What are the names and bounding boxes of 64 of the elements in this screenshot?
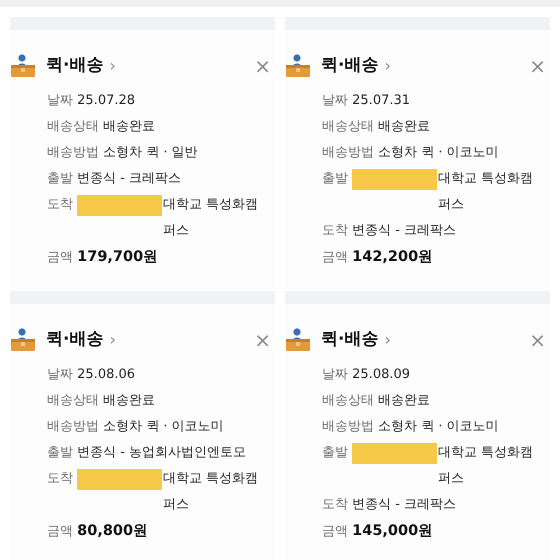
field-label: 출발	[322, 444, 348, 462]
field-value: 배송완료	[378, 393, 430, 408]
field-label: 금액	[47, 524, 73, 539]
field-label: 금액	[322, 524, 348, 539]
field-label: 배송방법	[322, 145, 374, 160]
field-label: 배송방법	[322, 419, 374, 434]
close-button[interactable]: ×	[525, 56, 550, 76]
field-value: 25.08.09	[352, 367, 410, 382]
field-label: 도착	[47, 470, 73, 488]
card-title: 퀵·배송	[46, 54, 104, 78]
field-value: 배송완료	[378, 119, 430, 134]
field-value: 대학교 특성화캠퍼스	[163, 470, 260, 514]
amount-value: 145,000원	[352, 523, 434, 539]
chevron-icon[interactable]: ›	[384, 328, 391, 352]
field-label: 날짜	[322, 93, 348, 108]
close-button[interactable]: ×	[250, 330, 275, 350]
field-value: 소형차 퀵 · 이코노미	[103, 419, 224, 434]
field-value: 변종식 - 크레팍스	[352, 223, 456, 238]
close-button[interactable]: ×	[250, 56, 275, 76]
courier-with-box-icon	[285, 327, 311, 353]
field-value: 배송완료	[103, 393, 156, 408]
field-label: 배송상태	[322, 119, 374, 134]
field-value: 소형차 퀵 · 이코노미	[378, 419, 499, 434]
field-value: 변종식 - 농업회사법인엔토모	[77, 445, 246, 460]
field-value: 소형차 퀵 · 일반	[103, 145, 198, 160]
amount-value: 142,200원	[352, 249, 434, 265]
courier-with-box-icon	[10, 53, 36, 79]
close-button[interactable]: ×	[525, 330, 550, 350]
card-title: 퀵·배송	[46, 328, 104, 352]
field-label: 출발	[47, 445, 73, 460]
amount-value: 80,800원	[77, 523, 148, 539]
field-label: 배송방법	[47, 419, 99, 434]
field-label: 배송방법	[47, 145, 99, 160]
field-value: 배송완료	[103, 119, 156, 134]
field-value: 대학교 특성화캠퍼스	[438, 444, 534, 488]
field-label: 배송상태	[47, 393, 99, 408]
field-label: 금액	[322, 250, 348, 265]
field-label: 날짜	[322, 367, 348, 382]
chevron-icon[interactable]: ›	[384, 54, 391, 78]
courier-with-box-icon	[285, 53, 311, 79]
card-title: 퀵·배송	[321, 54, 378, 78]
field-label: 출발	[47, 171, 73, 186]
field-value: 대학교 특성화캠퍼스	[438, 170, 534, 214]
field-value: 25.08.06	[77, 367, 136, 382]
field-label: 날짜	[47, 367, 73, 382]
chevron-icon[interactable]: ›	[109, 328, 116, 352]
field-label: 날짜	[47, 93, 73, 108]
field-label: 배송상태	[47, 119, 99, 134]
field-label: 도착	[322, 497, 348, 512]
field-value: 25.07.31	[352, 93, 410, 108]
field-label: 배송상태	[322, 393, 374, 408]
field-value: 소형차 퀵 · 이코노미	[378, 145, 499, 160]
field-label: 도착	[47, 196, 73, 214]
field-value: 25.07.28	[77, 93, 136, 108]
field-label: 도착	[322, 223, 348, 238]
amount-value: 179,700원	[77, 249, 158, 265]
field-label: 출발	[322, 170, 348, 188]
card-title: 퀵·배송	[321, 328, 378, 352]
field-value: 변종식 - 크레팍스	[352, 497, 456, 512]
field-value: 대학교 특성화캠퍼스	[163, 196, 260, 240]
courier-with-box-icon	[10, 327, 36, 353]
field-value: 변종식 - 크레팍스	[77, 171, 182, 186]
field-label: 금액	[47, 250, 73, 265]
chevron-icon[interactable]: ›	[109, 54, 116, 78]
